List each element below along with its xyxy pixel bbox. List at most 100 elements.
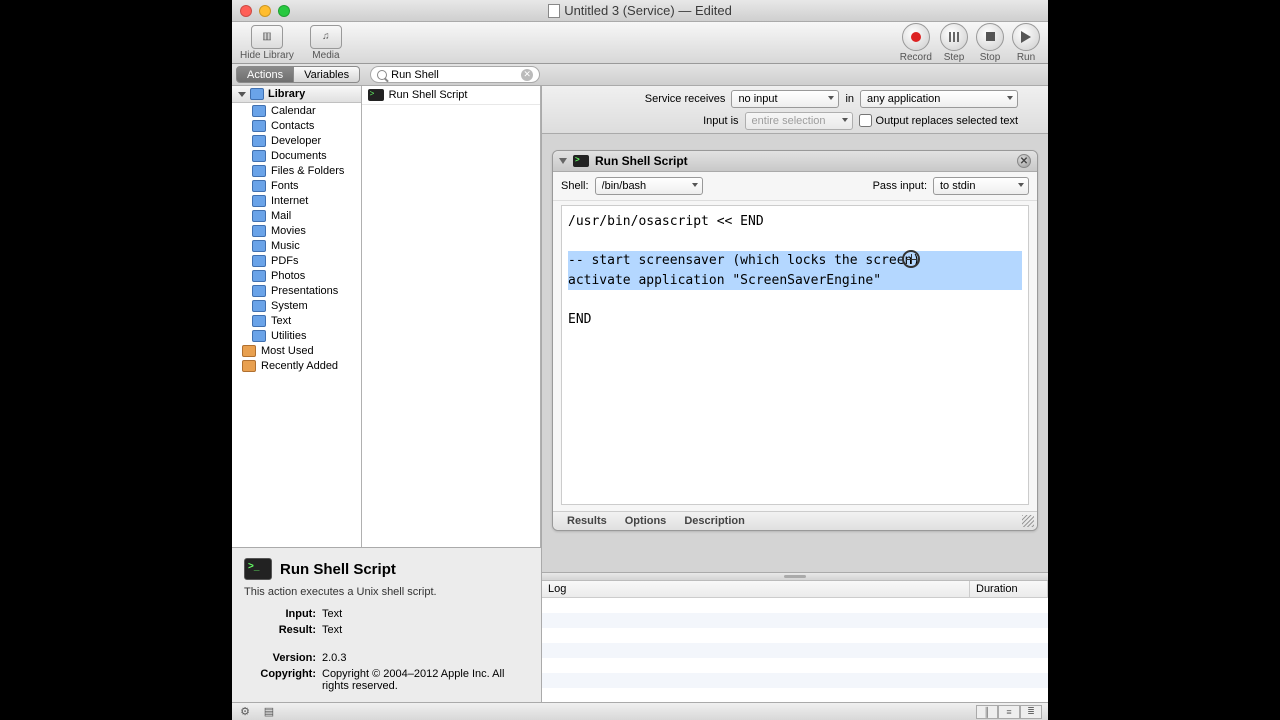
media-icon: ♫ — [310, 25, 342, 49]
info-key-input: Input: — [244, 608, 316, 620]
record-button[interactable]: Record — [900, 23, 932, 63]
select-service-receives[interactable]: no input — [731, 90, 839, 108]
title-text: Untitled 3 (Service) — Edited — [564, 3, 732, 18]
library-item-label: Documents — [271, 150, 327, 162]
library-item-label: Utilities — [271, 330, 306, 342]
view-vertical-button[interactable]: ║ — [976, 705, 998, 719]
step-button[interactable]: Step — [940, 23, 968, 63]
label-service-receives: Service receives — [645, 93, 726, 105]
toolbar-label: Hide Library — [240, 50, 294, 61]
library-item[interactable]: Fonts — [232, 178, 361, 193]
library-item[interactable]: Files & Folders — [232, 163, 361, 178]
hide-library-button[interactable]: ▥ Hide Library — [240, 25, 294, 61]
library-item-label: Presentations — [271, 285, 338, 297]
select-pass-input[interactable]: to stdin — [933, 177, 1029, 195]
library-item[interactable]: Text — [232, 313, 361, 328]
toolbar-label: Stop — [980, 52, 1001, 63]
tab-variables[interactable]: Variables — [294, 66, 360, 83]
library-item[interactable]: Movies — [232, 223, 361, 238]
resize-handle[interactable] — [1022, 515, 1034, 527]
category-icon — [252, 150, 266, 162]
duration-column-header[interactable]: Duration — [970, 581, 1048, 597]
script-textarea[interactable]: /usr/bin/osascript << END -- start scree… — [561, 205, 1029, 505]
library-item[interactable]: Contacts — [232, 118, 361, 133]
footer-tab-results[interactable]: Results — [567, 515, 607, 527]
tab-row: Actions Variables ✕ — [232, 64, 1048, 86]
checkbox-input[interactable] — [859, 114, 872, 127]
view-list-button[interactable]: ≡ — [998, 705, 1020, 719]
category-icon — [252, 225, 266, 237]
library-item[interactable]: Internet — [232, 193, 361, 208]
category-icon — [252, 315, 266, 327]
library-item[interactable]: Utilities — [232, 328, 361, 343]
library-item[interactable]: Developer — [232, 133, 361, 148]
log-row — [542, 598, 1048, 613]
disclosure-triangle-icon[interactable] — [559, 158, 567, 164]
library-item-label: Mail — [271, 210, 291, 222]
library-item[interactable]: Presentations — [232, 283, 361, 298]
library-item[interactable]: Calendar — [232, 103, 361, 118]
library-smart-item[interactable]: Recently Added — [232, 358, 361, 373]
info-description: This action executes a Unix shell script… — [244, 586, 529, 598]
select-shell[interactable]: /bin/bash — [595, 177, 703, 195]
workflow-canvas[interactable]: Run Shell Script ✕ Shell: /bin/bash Pass… — [542, 134, 1048, 572]
library-item[interactable]: PDFs — [232, 253, 361, 268]
library-item[interactable]: Photos — [232, 268, 361, 283]
library-item[interactable]: System — [232, 298, 361, 313]
log-row — [542, 613, 1048, 628]
splitter-handle[interactable] — [542, 573, 1048, 581]
library-item[interactable]: Mail — [232, 208, 361, 223]
select-application[interactable]: any application — [860, 90, 1018, 108]
toolbar: ▥ Hide Library ♫ Media Record Step Stop — [232, 22, 1048, 64]
library-item[interactable]: Music — [232, 238, 361, 253]
checkbox-output-replaces[interactable]: Output replaces selected text — [859, 114, 1018, 127]
category-icon — [252, 330, 266, 342]
search-field[interactable]: ✕ — [370, 66, 540, 83]
cursor-indicator-icon — [902, 250, 920, 268]
tab-actions[interactable]: Actions — [236, 66, 294, 83]
disclosure-triangle-icon — [238, 92, 246, 97]
media-button[interactable]: ♫ Media — [310, 25, 342, 61]
stop-button[interactable]: Stop — [976, 23, 1004, 63]
log-row — [542, 628, 1048, 643]
library-label: Library — [268, 88, 305, 100]
log-body[interactable] — [542, 598, 1048, 702]
drawer-icon: ▥ — [251, 25, 283, 49]
remove-action-button[interactable]: ✕ — [1017, 154, 1031, 168]
library-smart-item[interactable]: Most Used — [232, 343, 361, 358]
library-item[interactable]: Documents — [232, 148, 361, 163]
script-line: /usr/bin/osascript << END — [568, 214, 764, 229]
footer-tab-options[interactable]: Options — [625, 515, 667, 527]
library-item-label: Movies — [271, 225, 306, 237]
library-item-label: Fonts — [271, 180, 299, 192]
library-item-label: Photos — [271, 270, 305, 282]
library-header[interactable]: Library — [232, 86, 361, 103]
library-list[interactable]: CalendarContacts Developer DocumentsFiles … — [232, 103, 361, 373]
gear-icon[interactable]: ⚙ — [238, 705, 252, 719]
workflow-area: Service receives no input in any applica… — [542, 86, 1048, 702]
play-icon — [1012, 23, 1040, 51]
clear-search-button[interactable]: ✕ — [521, 69, 533, 81]
category-icon — [252, 180, 266, 192]
toolbar-label: Step — [944, 52, 965, 63]
footer-tab-description[interactable]: Description — [684, 515, 745, 527]
library-item-label: Text — [271, 315, 291, 327]
library-item-label: Calendar — [271, 105, 316, 117]
library-item-label: Internet — [271, 195, 308, 207]
library-item-label: Developer — [271, 135, 321, 147]
main-row: Library CalendarContacts Developer Documen… — [232, 86, 1048, 702]
view-flow-button[interactable]: ≣ — [1020, 705, 1042, 719]
action-footer: Results Options Description — [553, 511, 1037, 530]
action-header[interactable]: Run Shell Script ✕ — [553, 151, 1037, 172]
select-input-is: entire selection — [745, 112, 853, 130]
action-title: Run Shell Script — [595, 154, 688, 168]
config-bar: Service receives no input in any applica… — [542, 86, 1048, 134]
run-button[interactable]: Run — [1012, 23, 1040, 63]
log-column-header[interactable]: Log — [542, 581, 970, 597]
action-result-run-shell[interactable]: Run Shell Script — [362, 86, 540, 105]
actions-column: Run Shell Script — [362, 86, 541, 547]
search-input[interactable] — [391, 69, 511, 81]
view-toggle: ║ ≡ ≣ — [976, 705, 1042, 719]
action-menu-icon[interactable]: ▤ — [262, 705, 276, 719]
library-item-label: System — [271, 300, 308, 312]
